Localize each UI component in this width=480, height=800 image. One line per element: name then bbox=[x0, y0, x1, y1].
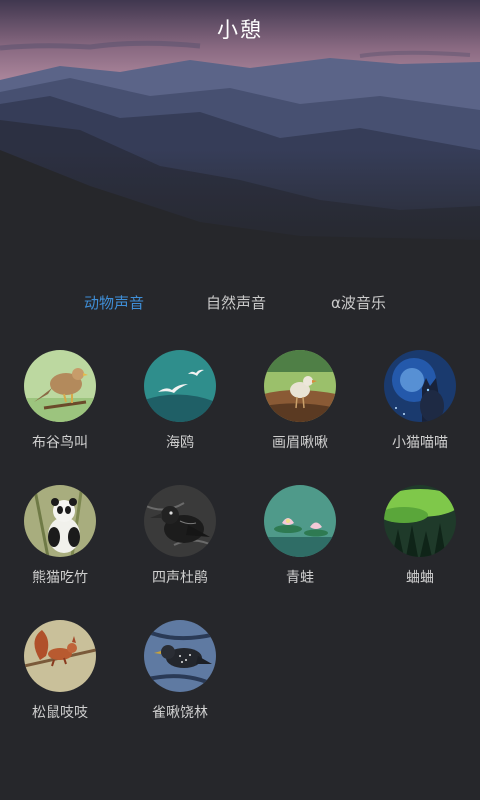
squirrel-icon bbox=[24, 620, 96, 692]
panda-icon bbox=[24, 485, 96, 557]
seagull-icon bbox=[144, 350, 216, 422]
sound-item-cuckoo-four[interactable]: 四声杜鹃 bbox=[120, 485, 240, 605]
cuckoo-bird-icon bbox=[24, 350, 96, 422]
sound-label: 四声杜鹃 bbox=[152, 570, 208, 586]
forest-icon bbox=[384, 485, 456, 557]
app-title: 小憩 bbox=[217, 18, 263, 42]
sound-item-sparrow[interactable]: 雀啾饶林 bbox=[120, 620, 240, 740]
sound-item-seagull[interactable]: 海鸥 bbox=[120, 350, 240, 470]
sound-label: 松鼠吱吱 bbox=[32, 705, 88, 721]
sound-item-panda[interactable]: 熊猫吃竹 bbox=[0, 485, 120, 605]
sound-label: 小猫喵喵 bbox=[392, 435, 448, 451]
kitten-icon bbox=[384, 350, 456, 422]
sound-label: 青蛙 bbox=[286, 570, 314, 586]
sound-label: 画眉啾啾 bbox=[272, 435, 328, 451]
thrush-bird-icon bbox=[264, 350, 336, 422]
sound-label: 布谷鸟叫 bbox=[32, 435, 88, 451]
sound-item-cuckoo[interactable]: 布谷鸟叫 bbox=[0, 350, 120, 470]
sound-item-squirrel[interactable]: 松鼠吱吱 bbox=[0, 620, 120, 740]
tab-nature-sounds[interactable]: 自然声音 bbox=[206, 292, 266, 313]
sound-label: 熊猫吃竹 bbox=[32, 570, 88, 586]
sound-label: 蛐蛐 bbox=[406, 570, 434, 586]
sound-item-frog[interactable]: 青蛙 bbox=[240, 485, 360, 605]
crow-bird-icon bbox=[144, 485, 216, 557]
category-tabs: 动物声音 自然声音 α波音乐 bbox=[0, 292, 480, 320]
tab-alpha-music[interactable]: α波音乐 bbox=[331, 292, 386, 313]
sound-item-kitten[interactable]: 小猫喵喵 bbox=[360, 350, 480, 470]
lotus-pond-icon bbox=[264, 485, 336, 557]
sound-label: 雀啾饶林 bbox=[152, 705, 208, 721]
sound-item-cricket[interactable]: 蛐蛐 bbox=[360, 485, 480, 605]
sound-item-thrush[interactable]: 画眉啾啾 bbox=[240, 350, 360, 470]
sparrow-icon bbox=[144, 620, 216, 692]
sound-label: 海鸥 bbox=[166, 435, 194, 451]
tab-animal-sounds[interactable]: 动物声音 bbox=[84, 292, 144, 313]
